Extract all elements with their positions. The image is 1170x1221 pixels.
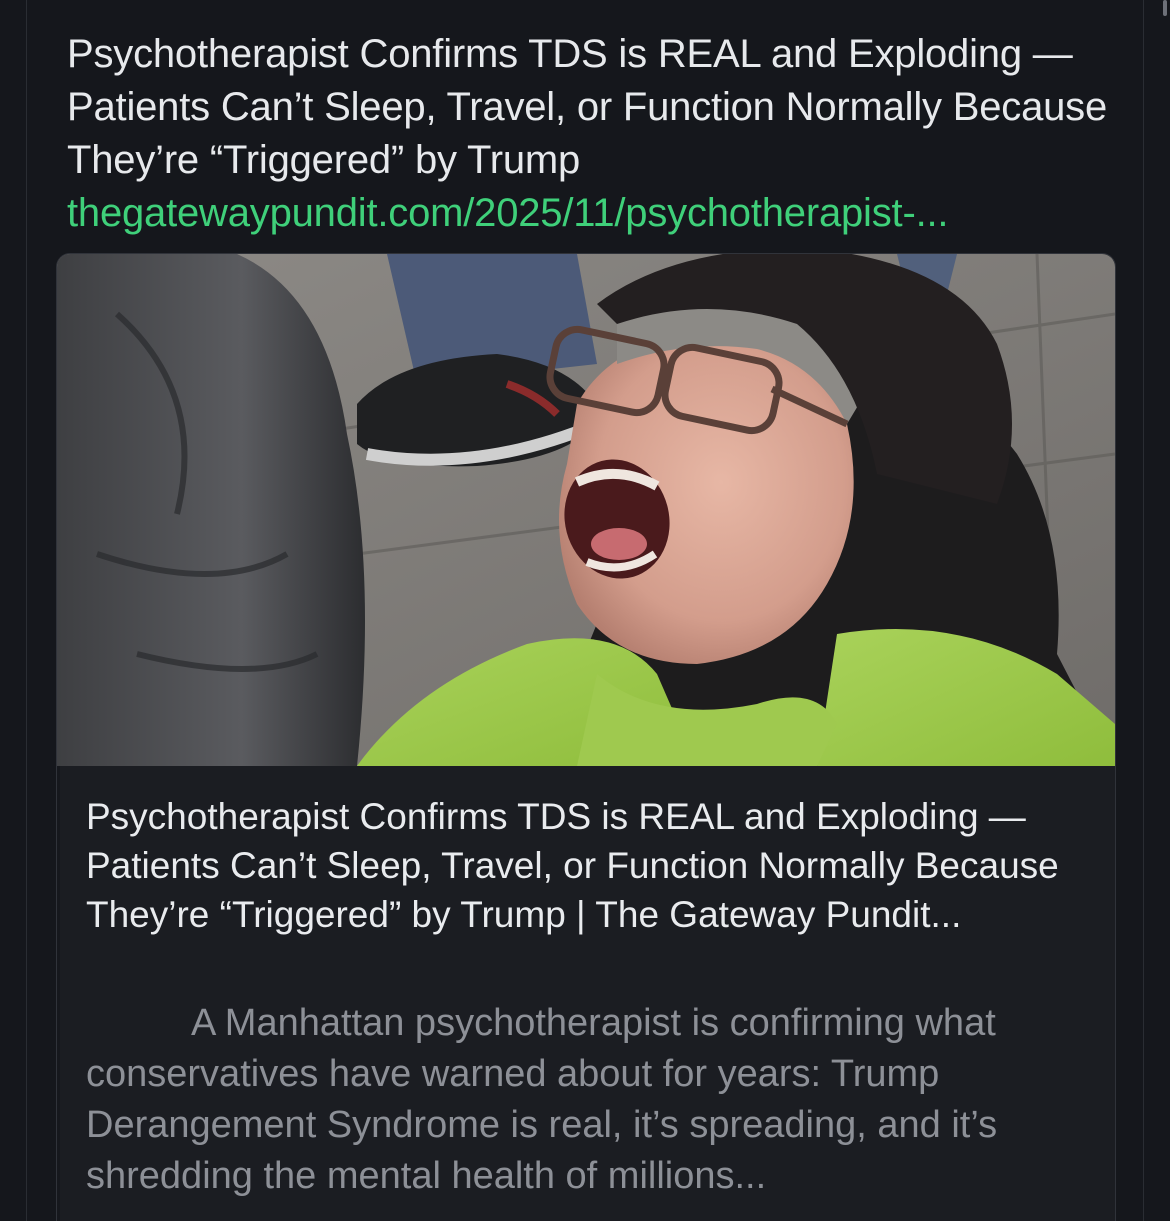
post-body: Psychotherapist Confirms TDS is REAL and…: [67, 28, 1127, 240]
link-card-title: Psychotherapist Confirms TDS is REAL and…: [86, 796, 1059, 935]
link-preview-card[interactable]: Psychotherapist Confirms TDS is REAL and…: [56, 253, 1116, 1221]
article-image: [57, 254, 1115, 766]
link-card-body: Psychotherapist Confirms TDS is REAL and…: [60, 766, 1115, 1221]
post-title: Psychotherapist Confirms TDS is REAL and…: [67, 32, 1108, 182]
article-link[interactable]: thegatewaypundit.com/2025/11/psychothera…: [67, 187, 1127, 240]
link-card-description: A Manhattan psychotherapist is confirmin…: [86, 1002, 998, 1197]
scrollbar[interactable]: [1163, 0, 1167, 16]
